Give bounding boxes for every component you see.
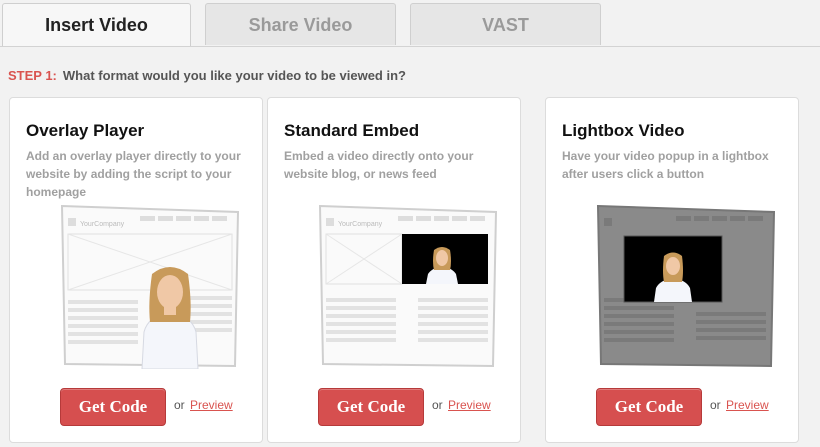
lightbox-video-illustration: [596, 204, 776, 368]
overlay-player-illustration: YourCompany: [60, 204, 240, 369]
step-question: What format would you like your video to…: [62, 68, 406, 83]
tab-share-video[interactable]: Share Video: [205, 3, 396, 45]
tab-bar: Insert Video Share Video VAST: [0, 0, 820, 47]
card-title: Standard Embed: [284, 121, 420, 140]
card-lightbox-video: Lightbox Video Have your video popup in …: [545, 97, 799, 443]
or-text: or: [432, 398, 443, 412]
company-placeholder: YourCompany: [80, 221, 125, 228]
card-title: Overlay Player: [26, 121, 145, 140]
get-code-button[interactable]: Get Code: [318, 388, 424, 426]
video-player: [402, 234, 488, 284]
card-description: Add an overlay player directly to your w…: [26, 149, 241, 199]
preview-link[interactable]: Preview: [190, 398, 233, 412]
preview-link[interactable]: Preview: [448, 398, 491, 412]
card-title: Lightbox Video: [562, 121, 685, 140]
standard-embed-illustration: YourCompany: [318, 204, 498, 368]
card-overlay-player: Overlay Player Add an overlay player dir…: [9, 97, 263, 443]
card-description: Have your video popup in a lightbox afte…: [562, 149, 769, 181]
lightbox-video-player: [623, 235, 723, 303]
preview-link[interactable]: Preview: [726, 398, 769, 412]
get-code-button[interactable]: Get Code: [60, 388, 166, 426]
company-placeholder: YourCompany: [338, 221, 383, 228]
step-heading: STEP 1: What format would you like your v…: [8, 68, 406, 83]
step-number: STEP 1:: [8, 68, 57, 83]
tab-insert-video[interactable]: Insert Video: [2, 3, 191, 47]
card-standard-embed: Standard Embed Embed a video directly on…: [267, 97, 521, 443]
tab-divider: [0, 46, 820, 47]
tab-vast[interactable]: VAST: [410, 3, 601, 45]
get-code-button[interactable]: Get Code: [596, 388, 702, 426]
or-text: or: [710, 398, 721, 412]
card-description: Embed a video directly onto your website…: [284, 149, 474, 181]
or-text: or: [174, 398, 185, 412]
